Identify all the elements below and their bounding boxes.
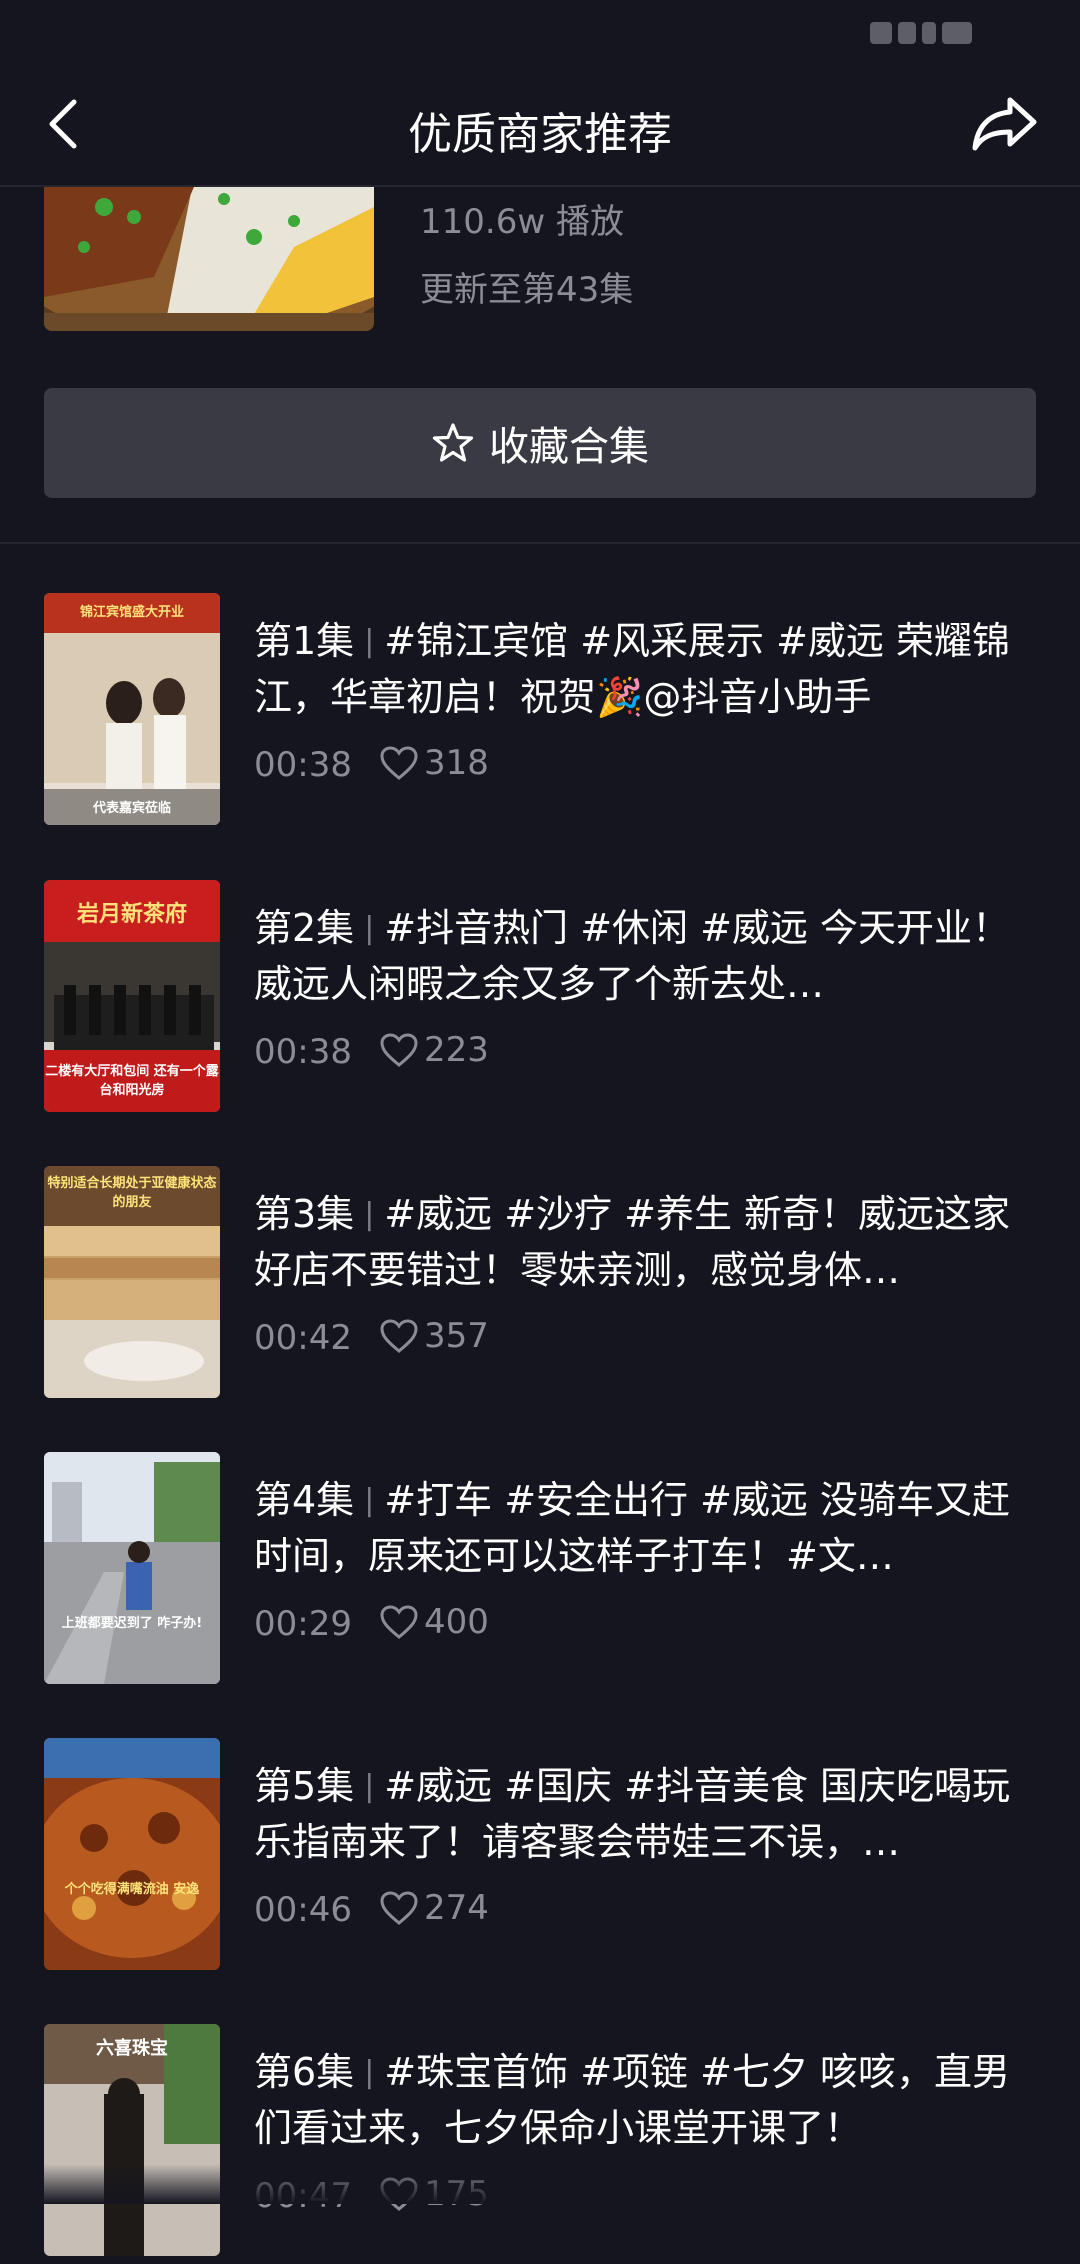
episode-number: 第1集 [254, 619, 355, 663]
food-image [44, 187, 374, 331]
status-icons [870, 18, 1000, 48]
episode-title: 第2集 | #抖音热门 #休闲 #威远 今天开业！威远人闲暇之余又多了个新去处… [254, 906, 1011, 1006]
bottom-fade-overlay [0, 2164, 1080, 2204]
episode-title: 第1集 | #锦江宾馆 #风采展示 #威远 荣耀锦江，华章初启！祝贺🎉@抖音小助手 [254, 619, 1011, 719]
page-title: 优质商家推荐 [408, 109, 672, 160]
like-count: 223 [424, 1030, 489, 1070]
episode-number: 第6集 [254, 2050, 355, 2094]
episode-item-1[interactable]: 锦江宾馆盛大开业 代表嘉宾莅临 第1集 | #锦江宾馆 #风采展示 #威远 荣耀锦江… [0, 593, 1080, 833]
episode-number: 第4集 [254, 1478, 355, 1522]
status-bar [0, 0, 1080, 64]
thumbnail-caption-bottom: 代表嘉宾莅临 [92, 801, 171, 816]
episode-thumbnail: 锦江宾馆盛大开业 代表嘉宾莅临 [44, 593, 220, 825]
collect-collection-button[interactable]: 收藏合集 [44, 388, 1036, 498]
episode-title: 第6集 | #珠宝首饰 #项链 #七夕 咳咳，直男们看过来，七夕保命小课堂开课了！ [254, 2050, 1011, 2150]
section-divider [0, 542, 1080, 544]
episode-number: 第5集 [254, 1764, 355, 1808]
thumbnail-caption-top: 岩月新茶府 [76, 902, 187, 927]
thumbnail-caption-bottom: 二楼有大厅和包间 还有一个露台和阳光房 [45, 1064, 219, 1098]
episode-duration: 00:38 [254, 745, 352, 785]
thumbnail-caption-top: 锦江宾馆盛大开业 [79, 605, 184, 620]
episode-title: 第3集 | #威远 #沙疗 #养生 新奇！威远这家好店不要错过！零妹亲测，感觉身体… [254, 1192, 1011, 1292]
episode-title: 第5集 | #威远 #国庆 #抖音美食 国庆吃喝玩乐指南来了！请客聚会带娃三不误，… [254, 1764, 1011, 1864]
share-icon [972, 97, 1037, 151]
collection-update-status: 更新至第43集 [420, 270, 634, 310]
episode-duration: 00:38 [254, 1032, 352, 1072]
like-button[interactable]: 223 [380, 1030, 489, 1070]
star-icon [432, 423, 474, 462]
episode-duration: 00:42 [254, 1318, 352, 1358]
episode-item-6[interactable]: 六喜珠宝 第6集 | #珠宝首饰 #项链 #七夕 咳咳，直男们看过来，七夕保命小课堂… [0, 2024, 1080, 2264]
episode-duration: 00:29 [254, 1604, 352, 1644]
like-count: 274 [424, 1888, 489, 1928]
episode-title: 第4集 | #打车 #安全出行 #威远 没骑车又赶时间，原来还可以这样子打车！#文… [254, 1478, 1011, 1578]
episode-number: 第3集 [254, 1192, 355, 1236]
episode-thumbnail: 六喜珠宝 [44, 2024, 220, 2256]
episode-thumbnail: 上班都要迟到了 咋子办! [44, 1452, 220, 1684]
like-count: 400 [424, 1602, 489, 1642]
heart-icon [380, 1033, 418, 1067]
heart-icon [380, 1891, 418, 1925]
like-button[interactable]: 274 [380, 1888, 489, 1928]
thumbnail-caption-top: 特别适合长期处于亚健康状态的朋友 [47, 1176, 217, 1210]
episode-item-3[interactable]: 特别适合长期处于亚健康状态的朋友 第3集 | #威远 #沙疗 #养生 新奇！威远这家… [0, 1166, 1080, 1406]
thumbnail-caption-top: 六喜珠宝 [96, 2038, 168, 2059]
collection-play-count: 110.6w 播放 [420, 202, 624, 242]
thumbnail-caption-bottom: 上班都要迟到了 咋子办! [61, 1616, 203, 1631]
heart-icon [380, 1319, 418, 1353]
episode-thumbnail: 个个吃得满嘴流油 安逸 [44, 1738, 220, 1970]
like-button[interactable]: 357 [380, 1316, 489, 1356]
like-count: 318 [424, 743, 489, 783]
episode-duration: 00:46 [254, 1890, 352, 1930]
like-button[interactable]: 400 [380, 1602, 489, 1642]
share-button[interactable] [970, 94, 1040, 154]
episode-thumbnail: 特别适合长期处于亚健康状态的朋友 [44, 1166, 220, 1398]
episode-item-4[interactable]: 上班都要迟到了 咋子办! 第4集 | #打车 #安全出行 #威远 没骑车又赶时间，原… [0, 1452, 1080, 1692]
collection-cover-thumbnail[interactable] [44, 187, 374, 331]
heart-icon [380, 746, 418, 780]
like-count: 357 [424, 1316, 489, 1356]
episode-thumbnail: 岩月新茶府 二楼有大厅和包间 还有一个露台和阳光房 [44, 880, 220, 1112]
episode-item-5[interactable]: 个个吃得满嘴流油 安逸 第5集 | #威远 #国庆 #抖音美食 国庆吃喝玩乐指南来了… [0, 1738, 1080, 1978]
episode-item-2[interactable]: 岩月新茶府 二楼有大厅和包间 还有一个露台和阳光房 第2集 | #抖音热门 #休闲 … [0, 880, 1080, 1120]
episode-number: 第2集 [254, 906, 355, 950]
thumbnail-caption-bottom: 个个吃得满嘴流油 安逸 [64, 1882, 200, 1897]
collect-label: 收藏合集 [489, 424, 649, 470]
header: 优质商家推荐 [0, 64, 1080, 186]
like-button[interactable]: 318 [380, 743, 489, 783]
heart-icon [380, 1605, 418, 1639]
